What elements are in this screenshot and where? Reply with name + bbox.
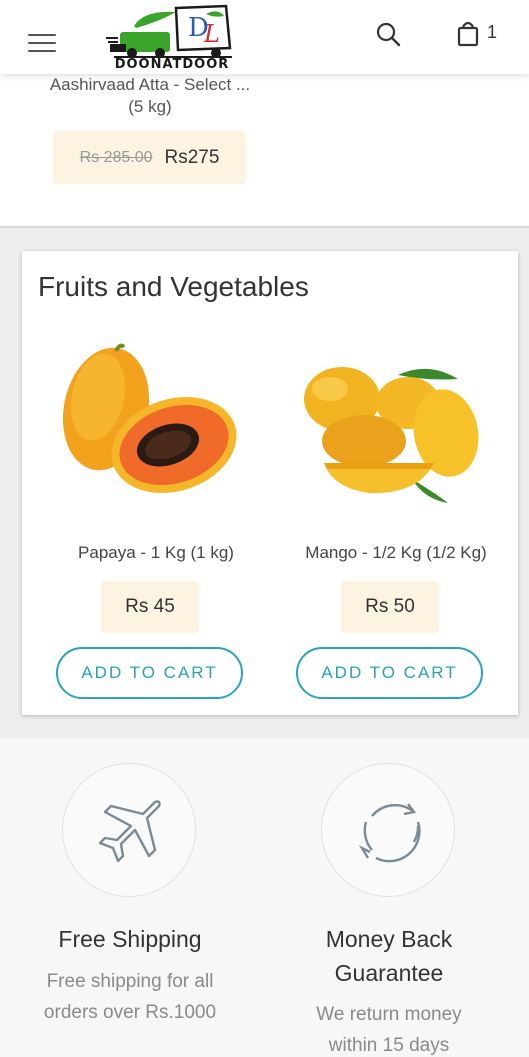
- previous-product-price: Rs 285.00 Rs275: [53, 131, 246, 184]
- feature-title: Money Back Guarantee: [325, 926, 453, 986]
- section-title: Fruits and Vegetables: [38, 271, 309, 302]
- add-to-cart-button[interactable]: ADD TO CART: [56, 647, 243, 699]
- previous-product-title[interactable]: Aashirvaad Atta - Select ... (5 kg): [0, 74, 300, 118]
- add-to-cart-button[interactable]: ADD TO CART: [296, 647, 483, 699]
- free-shipping-badge: [62, 763, 196, 897]
- old-price: Rs 285.00: [79, 148, 153, 166]
- product-name[interactable]: Papaya - 1 Kg (1 kg): [28, 543, 284, 563]
- money-back-badge: [321, 763, 455, 897]
- app-header: D L DOONATDOOR 1: [0, 0, 529, 74]
- hamburger-menu-icon[interactable]: [28, 34, 56, 56]
- feature-description: Free shipping for all orders over Rs.100…: [43, 971, 217, 1023]
- feature-description: We return money within 15 days: [316, 1004, 462, 1056]
- refresh-icon: [358, 803, 421, 863]
- current-price: Rs275: [164, 146, 220, 168]
- product-price: Rs 50: [341, 581, 439, 633]
- search-icon[interactable]: [374, 20, 402, 48]
- mango-image[interactable]: [268, 317, 508, 517]
- brand-name: DOONATDOOR: [114, 57, 230, 72]
- product-name[interactable]: Mango - 1/2 Kg (1/2 Kg): [268, 543, 524, 563]
- feature-title: Free Shipping: [58, 926, 202, 952]
- fruits-vegetables-card: Fruits and Vegetables Papaya - 1 Kg (1 k…: [22, 251, 518, 715]
- papaya-image[interactable]: [28, 317, 268, 517]
- cart-count-badge: 1: [487, 22, 498, 42]
- previous-product-section: Aashirvaad Atta - Select ... (5 kg) Rs 2…: [0, 74, 529, 226]
- features-section: Free Shipping Free shipping for all orde…: [0, 738, 529, 1057]
- product-price: Rs 45: [101, 581, 199, 633]
- svg-text:L: L: [203, 20, 220, 48]
- airplane-icon: [98, 800, 161, 863]
